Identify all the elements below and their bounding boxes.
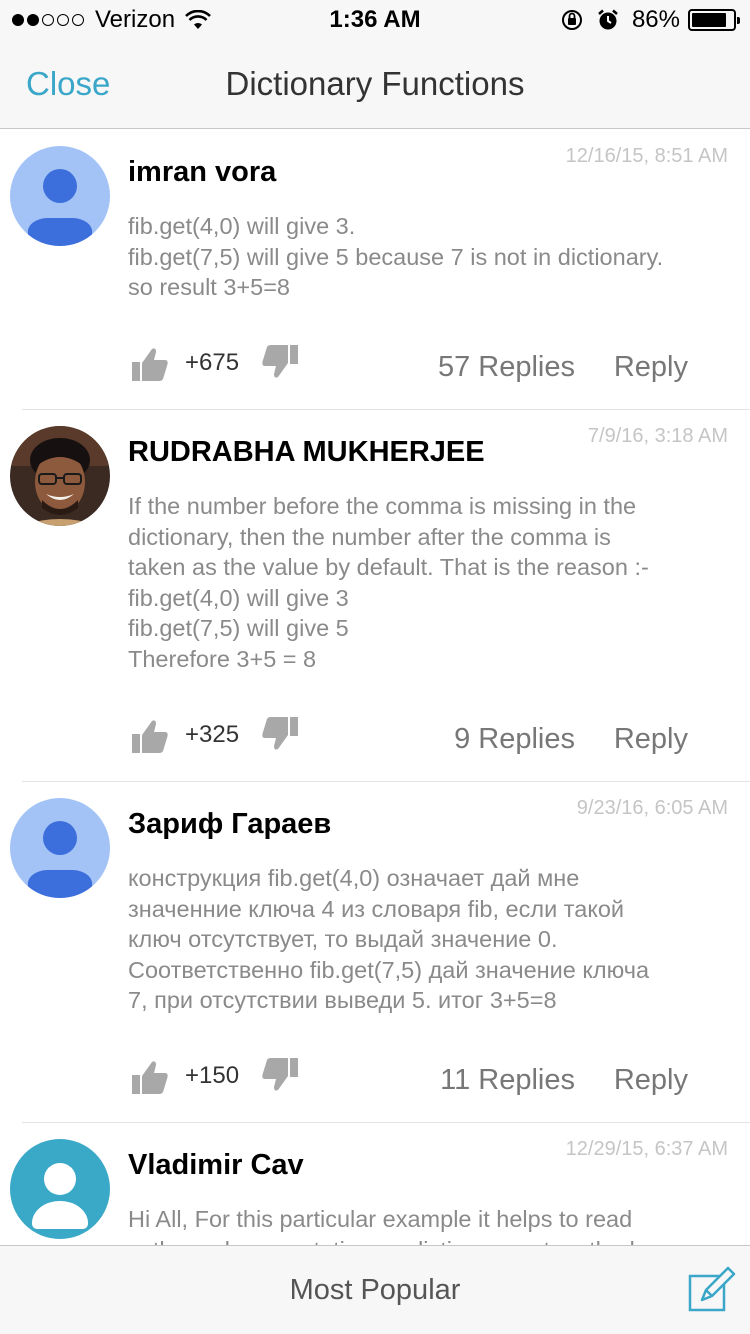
sort-most-popular-button[interactable]: Most Popular [0, 1274, 750, 1307]
avatar[interactable] [10, 426, 110, 526]
comment-body: If the number before the comma is missin… [128, 493, 649, 672]
comment-body: конструкция fib.get(4,0) означает дай мн… [128, 865, 650, 1013]
comment-author[interactable]: RUDRABHA MUKHERJEE [128, 436, 485, 469]
bottom-toolbar: Most Popular [0, 1245, 750, 1334]
thumbs-down-icon[interactable] [260, 713, 300, 753]
comment-date: 7/9/16, 3:18 AM [587, 425, 728, 447]
navigation-bar: Close Dictionary Functions [0, 40, 750, 129]
replies-count-link[interactable]: 57 Replies [438, 351, 575, 384]
battery-percent: 86% [631, 6, 680, 33]
reply-button[interactable]: Reply [614, 723, 688, 756]
default-person-icon [10, 798, 110, 898]
comment-date: 12/16/15, 8:51 AM [565, 145, 728, 167]
comment-item: Зариф Гараев 9/23/16, 6:05 AM конструкци… [0, 782, 750, 1123]
reply-button[interactable]: Reply [614, 1064, 688, 1097]
battery-icon [688, 9, 740, 31]
vote-count: +675 [185, 349, 240, 376]
avatar[interactable] [10, 146, 110, 246]
comment-item: imran vora 12/16/15, 8:51 AM fib.get(4,0… [0, 130, 750, 410]
vote-count: +325 [185, 721, 240, 748]
avatar[interactable] [10, 1139, 110, 1239]
comment-actions: +325 9 Replies Reply [0, 717, 750, 767]
comment-item: RUDRABHA MUKHERJEE 7/9/16, 3:18 AM If th… [0, 410, 750, 782]
thumbs-up-icon[interactable] [130, 717, 170, 757]
thumbs-up-icon[interactable] [130, 345, 170, 385]
avatar[interactable] [10, 798, 110, 898]
compose-icon[interactable] [686, 1266, 736, 1316]
comment-date: 9/23/16, 6:05 AM [576, 797, 728, 819]
thumbs-down-icon[interactable] [260, 1054, 300, 1094]
comment-author[interactable]: imran vora [128, 156, 276, 189]
profile-photo [10, 426, 110, 526]
thumbs-up-icon[interactable] [130, 1058, 170, 1098]
page-title: Dictionary Functions [225, 65, 525, 102]
replies-count-link[interactable]: 9 Replies [454, 723, 575, 756]
comment-date: 12/29/15, 6:37 AM [565, 1138, 728, 1160]
comment-list[interactable]: imran vora 12/16/15, 8:51 AM fib.get(4,0… [0, 130, 750, 1245]
comment-actions: +675 57 Replies Reply [0, 345, 750, 395]
reply-button[interactable]: Reply [614, 351, 688, 384]
comment-item: Vladimir Cav 12/29/15, 6:37 AM Hi All, F… [0, 1123, 750, 1245]
default-person-icon [10, 146, 110, 246]
comment-author[interactable]: Зариф Гараев [128, 808, 331, 841]
teal-person-icon [10, 1139, 110, 1239]
replies-count-link[interactable]: 11 Replies [440, 1064, 575, 1097]
comment-body: fib.get(4,0) will give 3. fib.get(7,5) w… [128, 213, 664, 300]
status-right: 86% [560, 6, 740, 34]
status-bar: Verizon 1:36 AM 86% [0, 0, 750, 40]
vote-count: +150 [185, 1062, 240, 1089]
orientation-lock-icon [561, 10, 582, 30]
comment-body: Hi All, For this particular example it h… [128, 1206, 635, 1245]
alarm-icon [598, 9, 618, 30]
comment-actions: +150 11 Replies Reply [0, 1058, 750, 1108]
thumbs-down-icon[interactable] [260, 341, 300, 381]
comment-author[interactable]: Vladimir Cav [128, 1149, 304, 1182]
